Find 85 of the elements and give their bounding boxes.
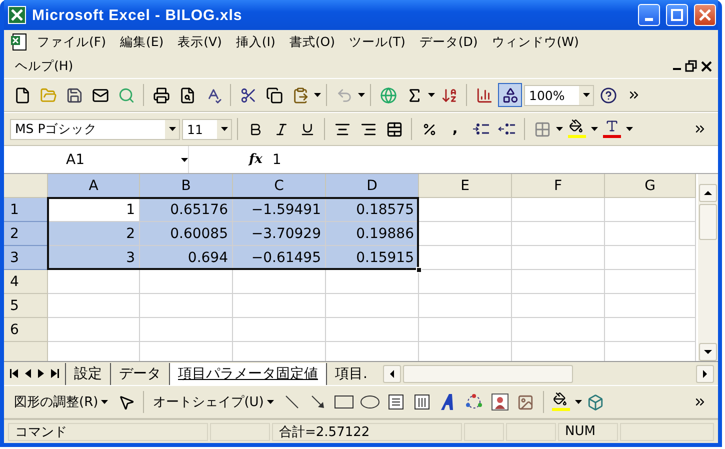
caret-icon [574,400,582,404]
comma-style-button[interactable]: , [443,117,467,141]
menu-item[interactable]: 挿入(I) [230,32,280,52]
column-header[interactable]: G [605,174,696,198]
table-cell: −1.59491 [233,198,326,222]
scroll-thumb[interactable] [699,204,717,240]
row-header[interactable]: 2 [4,222,48,246]
formula-field[interactable]: 1 [272,152,282,168]
column-header[interactable]: A [48,174,140,198]
menu-item[interactable]: ヘルプ(H) [10,56,78,76]
menu-item[interactable]: 書式(O) [284,32,340,52]
function-button[interactable]: fx [189,152,272,167]
font-size-dropdown[interactable]: 11 [182,118,232,140]
caret-icon [591,127,598,131]
name-box[interactable]: A1 [4,146,189,173]
caret-icon [101,400,108,404]
status-sum: 合計=2.57122 [272,422,462,440]
fill-handle[interactable] [416,267,422,273]
num-lock-indicator: NUM [558,422,618,440]
caret-icon [556,127,563,131]
status-mode: コマンド [8,422,208,440]
font-dropdown[interactable]: MS Pゴシック [10,118,180,140]
caret-icon [428,93,435,97]
spreadsheet-app-icon [8,6,26,24]
chart-wizard-icon[interactable] [498,83,522,107]
menu-item[interactable]: 編集(E) [114,32,169,52]
caret-icon [266,400,274,404]
close-icon[interactable] [701,60,712,72]
table-cell: 0.15915 [326,246,419,270]
maximize-icon [671,9,683,21]
zoom-dropdown[interactable]: 100% [524,84,594,106]
row-header[interactable]: 1 [4,198,48,222]
table-cell: 0.60085 [140,222,233,246]
maximize-button[interactable] [666,4,688,26]
next-sheet-icon[interactable] [38,369,44,378]
column-header[interactable]: C [233,174,326,198]
draw-menu-button[interactable]: 図形の調整(R) [10,393,112,411]
previous-sheet-icon[interactable] [25,369,31,378]
table-cell: 0.694 [140,246,233,270]
column-header[interactable]: F [512,174,605,198]
row-header[interactable]: 6 [4,318,48,342]
row-header[interactable]: 4 [4,270,48,294]
table-cell: 0.65176 [140,198,233,222]
caret-icon [582,93,590,97]
scroll-down-icon[interactable] [699,343,717,361]
scroll-up-icon[interactable] [699,184,717,202]
menu-item[interactable]: データ(D) [414,32,483,52]
column-header[interactable]: D [326,174,419,198]
table-cell: −3.70929 [233,222,326,246]
scroll-right-icon[interactable] [696,364,714,382]
menu-item[interactable]: ツール(T) [344,32,410,52]
caret-icon [168,127,176,131]
menu-item[interactable]: 表示(V) [172,32,227,52]
sheet-tab[interactable]: 項目パラメータ固定値 [169,362,326,384]
window-title: Microsoft Excel - BILOG.xls [32,6,244,24]
first-sheet-icon[interactable] [10,369,18,378]
menu-item[interactable]: ファイル(F) [32,32,111,52]
caret-icon [626,127,633,131]
fill-color-icon[interactable] [565,117,589,141]
scroll-thumb[interactable] [403,364,574,382]
row-header[interactable]: 3 [4,246,48,270]
column-header[interactable]: E [419,174,512,198]
table-cell: 3 [48,246,140,270]
caret-icon [220,127,228,131]
restore-icon[interactable] [685,60,697,72]
scroll-left-icon[interactable] [383,364,402,382]
autoshapes-button[interactable]: オートシェイプ(U) [149,393,278,411]
close-button[interactable] [694,4,716,26]
column-header[interactable]: B [140,174,233,198]
vertical-scrollbar[interactable] [698,174,718,361]
caret-icon [181,158,188,162]
last-sheet-icon[interactable] [51,369,59,378]
menu-item[interactable]: ウィンドウ(W) [486,32,584,52]
close-icon [699,9,711,21]
table-cell: 2 [48,222,140,246]
table-cell: 1 [48,198,140,222]
caret-icon [358,93,365,97]
minimize-button[interactable] [638,4,660,26]
workbook-icon [10,33,28,51]
table-cell: 0.18575 [326,198,419,222]
table-cell: 0.19886 [326,222,419,246]
caret-icon [314,93,321,97]
row-header[interactable]: 5 [4,294,48,318]
minimize-icon [645,18,653,20]
table-cell: −0.61495 [233,246,326,270]
